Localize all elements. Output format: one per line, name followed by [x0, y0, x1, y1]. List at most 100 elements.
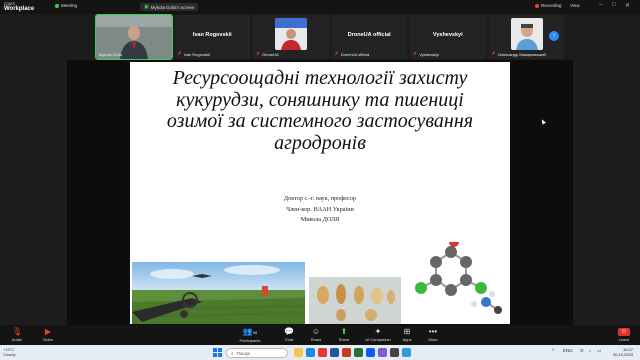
screen-share-icon: ▣: [144, 4, 149, 10]
close-icon[interactable]: ✕: [625, 2, 630, 9]
more-icon: •••: [428, 327, 438, 336]
video-off-icon: ▶: [44, 327, 52, 336]
share-button[interactable]: ⬆ Share: [333, 327, 355, 342]
share-label: Share: [338, 337, 350, 342]
participants-button[interactable]: 👥98 Participants: [236, 327, 264, 343]
participant-display-name: Ivan Rogovskii: [192, 32, 232, 38]
view-menu[interactable]: View: [570, 3, 580, 8]
brand-line2: Workplace: [4, 5, 35, 12]
chat-icon: 💬: [284, 327, 294, 336]
clock-date: 30.10.2024: [612, 352, 633, 357]
maximize-icon[interactable]: □: [612, 2, 616, 8]
author-degree: Доктор с.-г. наук, професор: [283, 195, 357, 202]
participant-tile[interactable]: Mykola Dolia: [95, 14, 173, 60]
zoom-app-icon[interactable]: [366, 348, 375, 357]
meeting-menu[interactable]: Meeting: [55, 3, 77, 8]
chat-label: Chat: [284, 337, 294, 342]
audio-label: Audio: [11, 337, 23, 342]
meeting-label: Meeting: [61, 3, 78, 8]
apps-label: Apps: [402, 337, 412, 342]
file-explorer-icon[interactable]: [294, 348, 303, 357]
participant-tile[interactable]: Vyshevskyi ✗ Vyshevskyi: [410, 15, 486, 59]
participant-name-row: Mykola Dolia: [99, 52, 122, 57]
language-indicator[interactable]: ENG: [563, 348, 573, 353]
volume-icon[interactable]: ♪: [589, 348, 591, 353]
participant-tile[interactable]: DroneUA official ✗ DroneUA official: [331, 15, 407, 59]
participant-tile[interactable]: ✗ DroneUA: [253, 15, 329, 59]
excel-icon[interactable]: [354, 348, 363, 357]
title-bar: zoom Workplace Meeting ▣ Mykola Dolia's …: [0, 0, 640, 14]
video-button[interactable]: ▶ Video: [37, 327, 59, 342]
apps-icon: ⊞: [403, 327, 411, 336]
participants-icon: 👥98: [242, 327, 258, 336]
zoom-brand: zoom Workplace: [4, 1, 34, 12]
drone-field-photo: [132, 262, 305, 324]
taskbar-clock[interactable]: 10:27 30.10.2024: [605, 347, 633, 357]
video-label: Video: [42, 337, 54, 342]
seeds-photo: [309, 277, 401, 324]
participant-tile[interactable]: Ivan Rogovskii ✗ Ivan Rogovskii: [174, 15, 250, 59]
participant-display-name: DroneUA official: [347, 32, 391, 38]
participant-name-row: ✗ DroneUA: [256, 51, 279, 57]
view-label: View: [570, 3, 580, 8]
react-icon: ☺: [311, 327, 321, 336]
zoom-window: zoom Workplace Meeting ▣ Mykola Dolia's …: [0, 0, 640, 360]
ai-companion-label: AI Companion: [365, 337, 391, 342]
weather-widget[interactable]: +13°C Cloudy: [3, 347, 15, 357]
app-icon[interactable]: [402, 348, 411, 357]
molecule-model-image: [406, 242, 506, 324]
participant-name-row: ✗ Ivan Rogovskii: [178, 51, 210, 57]
chrome-icon[interactable]: [318, 348, 327, 357]
participant-video: [275, 18, 307, 50]
search-icon: ⌕: [231, 350, 234, 356]
more-label: More: [428, 337, 438, 342]
participant-name: DroneUA official: [340, 51, 370, 57]
wifi-icon[interactable]: ≋: [580, 348, 584, 354]
taskbar-search[interactable]: ⌕ Пошук: [226, 347, 288, 358]
participant-name: Mykola Dolia: [99, 52, 122, 57]
participant-name: DroneUA: [262, 51, 279, 57]
participant-video: [510, 18, 543, 50]
apps-button[interactable]: ⊞ Apps: [396, 327, 418, 342]
app-icon[interactable]: [378, 348, 387, 357]
app-icon[interactable]: [390, 348, 399, 357]
word-icon[interactable]: [330, 348, 339, 357]
ai-companion-button[interactable]: ✦ AI Companion: [362, 327, 394, 342]
meeting-toolbar: 🎙 Audio ▶ Video 👥98 Participants 💬 Chat …: [0, 325, 640, 345]
windows-start-icon[interactable]: [213, 348, 222, 357]
recording-indicator[interactable]: Recording: [535, 3, 562, 8]
next-participants-arrow-icon[interactable]: ›: [549, 31, 559, 41]
minimize-icon[interactable]: –: [599, 2, 602, 8]
participant-name-row: ✗ Vyshevskyi: [413, 51, 439, 57]
mic-muted-icon: ✗: [177, 51, 182, 57]
participant-name-row: ✗ DroneUA official: [335, 51, 370, 57]
battery-icon[interactable]: ▭: [597, 348, 601, 354]
tray-chevron-icon[interactable]: ^: [552, 348, 554, 353]
mic-muted-icon: ✗: [413, 51, 418, 57]
search-placeholder: Пошук: [236, 350, 251, 356]
participant-name: Ivan Rogovskii: [183, 51, 210, 57]
more-button[interactable]: ••• More: [422, 327, 444, 342]
recording-label: Recording: [541, 3, 562, 8]
participant-name-row: ✗ Олександр Макаревський: [492, 51, 546, 57]
participants-count: 98: [252, 330, 258, 335]
screen-share-label: Mykola Dolia's screen: [150, 4, 195, 10]
powerpoint-icon[interactable]: [342, 348, 351, 357]
author-membership: Член-кор. НААН України: [286, 205, 354, 213]
participant-display-name: Vyshevskyi: [432, 32, 463, 38]
screen-share-indicator[interactable]: ▣ Mykola Dolia's screen: [140, 3, 199, 11]
edge-icon[interactable]: [306, 348, 315, 357]
windows-taskbar: +13°C Cloudy ⌕ Пошук ^ ENG ≋ ♪ ▭ 10:27 3…: [0, 345, 640, 360]
participant-strip: Mykola Dolia Ivan Rogovskii ✗ Ivan Rogov…: [95, 14, 564, 60]
leave-label: Leave: [618, 337, 630, 342]
leave-icon: ⏻: [618, 328, 630, 336]
presentation-slide: Ресурсоощадні технології захисту кукуруд…: [130, 62, 510, 324]
audio-button[interactable]: 🎙 Audio: [6, 327, 28, 342]
react-button[interactable]: ☺ React: [305, 327, 327, 342]
leave-button[interactable]: ⏻ Leave: [612, 327, 636, 342]
mic-muted-icon: 🎙: [11, 327, 23, 336]
chat-button[interactable]: 💬 Chat: [278, 327, 300, 342]
author-name: Микола ДОЛЯ: [300, 216, 340, 223]
slide-author: Доктор с.-г. наук, професор Член-кор. НА…: [230, 194, 410, 226]
shield-icon: [55, 3, 59, 8]
